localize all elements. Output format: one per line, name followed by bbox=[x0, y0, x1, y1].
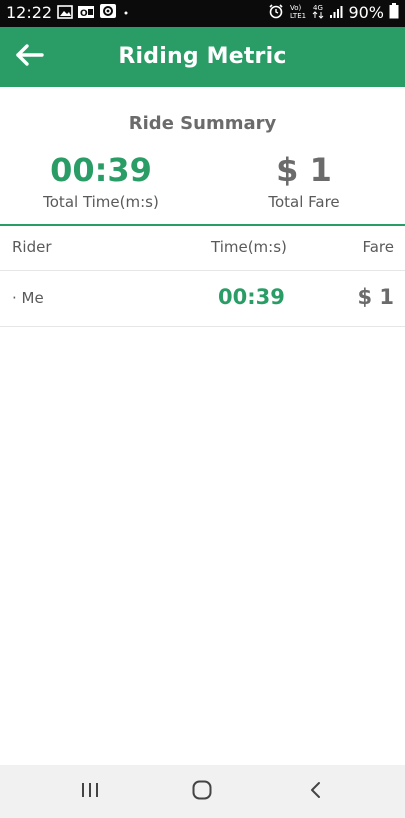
status-time: 12:22 bbox=[6, 3, 53, 22]
svg-text:Vo): Vo) bbox=[290, 4, 302, 12]
system-nav-bar bbox=[0, 765, 405, 818]
nav-back-button[interactable] bbox=[276, 765, 356, 818]
battery-icon bbox=[389, 3, 399, 23]
column-header-rider: Rider bbox=[12, 238, 52, 256]
screen: 12:22 O Vo) LTE1 4G 90% Riding Metric Ri… bbox=[0, 0, 405, 818]
total-time-metric: 00:39 Total Time(m:s) bbox=[0, 150, 202, 212]
row-fare: $ 1 bbox=[357, 285, 394, 309]
svg-text:O: O bbox=[80, 9, 88, 19]
home-icon bbox=[191, 779, 213, 805]
app-bar: Riding Metric bbox=[0, 27, 405, 87]
dot-icon bbox=[121, 4, 131, 23]
column-header-fare: Fare bbox=[362, 238, 394, 256]
total-time-label: Total Time(m:s) bbox=[43, 193, 159, 211]
gallery-icon bbox=[57, 4, 73, 23]
total-fare-label: Total Fare bbox=[268, 193, 340, 211]
status-system-icons: Vo) LTE1 4G 90% bbox=[268, 3, 399, 23]
ride-summary-heading: Ride Summary bbox=[128, 113, 277, 134]
back-icon bbox=[309, 780, 323, 804]
svg-text:LTE1: LTE1 bbox=[290, 12, 306, 19]
total-time-value: 00:39 bbox=[50, 151, 152, 189]
settings-icon bbox=[99, 3, 117, 23]
row-time: 00:39 bbox=[218, 285, 285, 309]
recents-button[interactable] bbox=[50, 765, 130, 818]
outlook-icon: O bbox=[77, 4, 95, 23]
svg-text:4G: 4G bbox=[313, 4, 323, 12]
table-row: · Me 00:39 $ 1 bbox=[0, 271, 405, 327]
total-fare-value: $ 1 bbox=[276, 151, 332, 189]
column-header-time: Time(m:s) bbox=[211, 238, 287, 256]
alarm-icon bbox=[268, 3, 284, 23]
status-bar: 12:22 O Vo) LTE1 4G 90% bbox=[0, 0, 405, 27]
battery-percent: 90% bbox=[348, 3, 384, 22]
home-button[interactable] bbox=[162, 765, 242, 818]
recents-icon bbox=[80, 781, 100, 803]
status-notification-icons: O bbox=[57, 3, 131, 23]
signal-icon bbox=[329, 4, 343, 23]
total-fare-metric: $ 1 Total Fare bbox=[203, 150, 405, 212]
row-rider: · Me bbox=[12, 289, 44, 307]
4g-icon: 4G bbox=[312, 3, 324, 23]
table-header: Rider Time(m:s) Fare bbox=[0, 226, 405, 271]
page-title: Riding Metric bbox=[118, 44, 287, 69]
volte-icon: Vo) LTE1 bbox=[289, 3, 307, 23]
